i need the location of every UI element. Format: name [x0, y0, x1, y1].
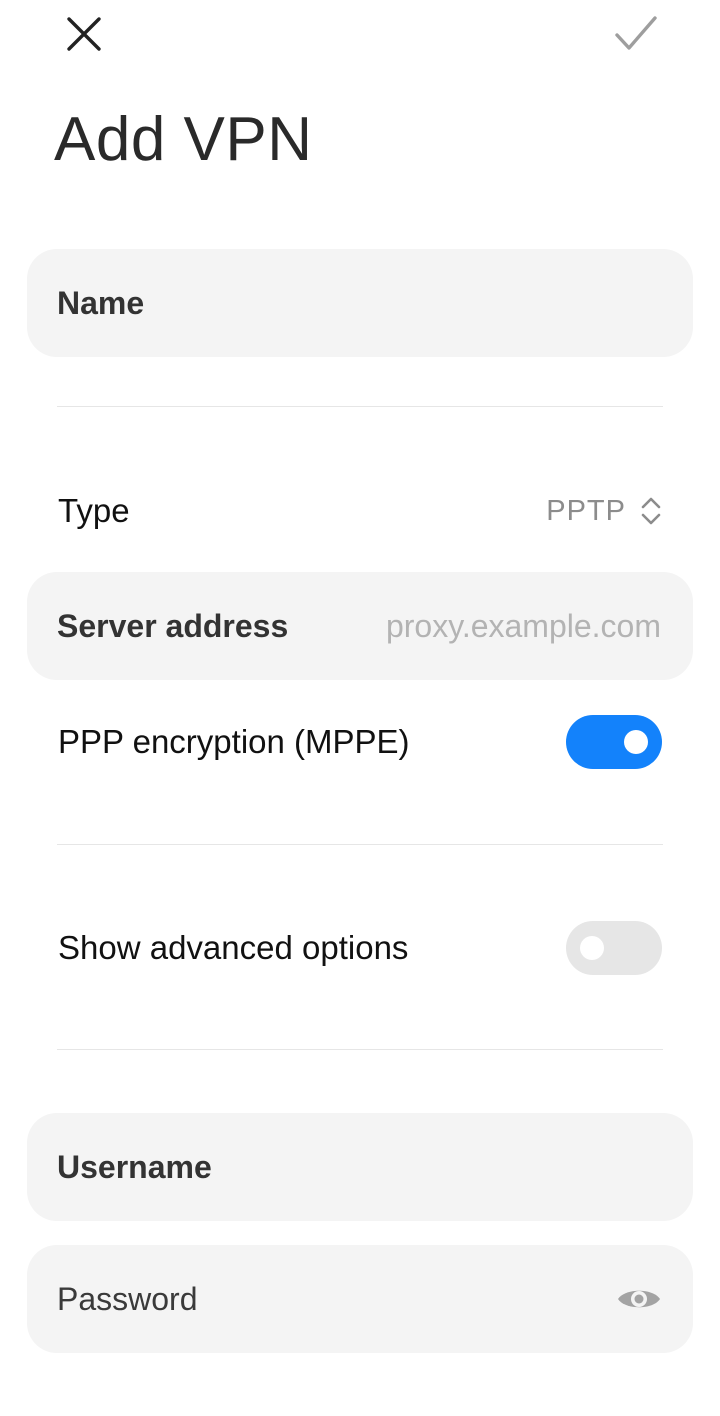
type-label: Type	[58, 492, 130, 529]
name-label: Name	[57, 284, 145, 321]
encryption-toggle[interactable]	[566, 715, 662, 769]
password-label: Password	[57, 1280, 198, 1317]
password-field[interactable]: Password	[27, 1245, 693, 1353]
confirm-button[interactable]	[612, 10, 660, 58]
toggle-knob	[580, 936, 604, 960]
username-field[interactable]: Username	[27, 1113, 693, 1221]
add-vpn-screen: Add VPN Name Type PPTP Server address PP…	[0, 0, 720, 1416]
divider	[57, 1049, 663, 1050]
advanced-options-row[interactable]: Show advanced options	[58, 920, 662, 976]
advanced-options-toggle[interactable]	[566, 921, 662, 975]
username-label: Username	[57, 1148, 212, 1185]
toggle-knob	[624, 730, 648, 754]
username-input[interactable]	[211, 1147, 663, 1187]
password-visibility-button[interactable]	[615, 1275, 663, 1323]
encryption-label: PPP encryption (MPPE)	[58, 723, 410, 760]
close-button[interactable]	[60, 10, 108, 58]
advanced-options-label: Show advanced options	[58, 929, 409, 966]
close-icon	[67, 17, 101, 51]
eye-icon	[618, 1290, 660, 1308]
server-address-field[interactable]: Server address	[27, 572, 693, 680]
password-input[interactable]	[197, 1279, 615, 1319]
page-title: Add VPN	[54, 105, 313, 174]
encryption-row[interactable]: PPP encryption (MPPE)	[58, 714, 662, 770]
divider	[57, 406, 663, 407]
type-selector[interactable]: PPTP	[546, 495, 662, 528]
name-field[interactable]: Name	[27, 249, 693, 357]
name-input[interactable]	[144, 283, 663, 323]
chevron-up-down-icon	[641, 497, 661, 525]
server-address-input[interactable]	[288, 606, 663, 646]
type-row[interactable]: Type PPTP	[58, 488, 662, 534]
server-address-label: Server address	[57, 607, 289, 644]
checkmark-icon	[615, 16, 657, 50]
divider	[57, 844, 663, 845]
type-value: PPTP	[546, 494, 626, 527]
